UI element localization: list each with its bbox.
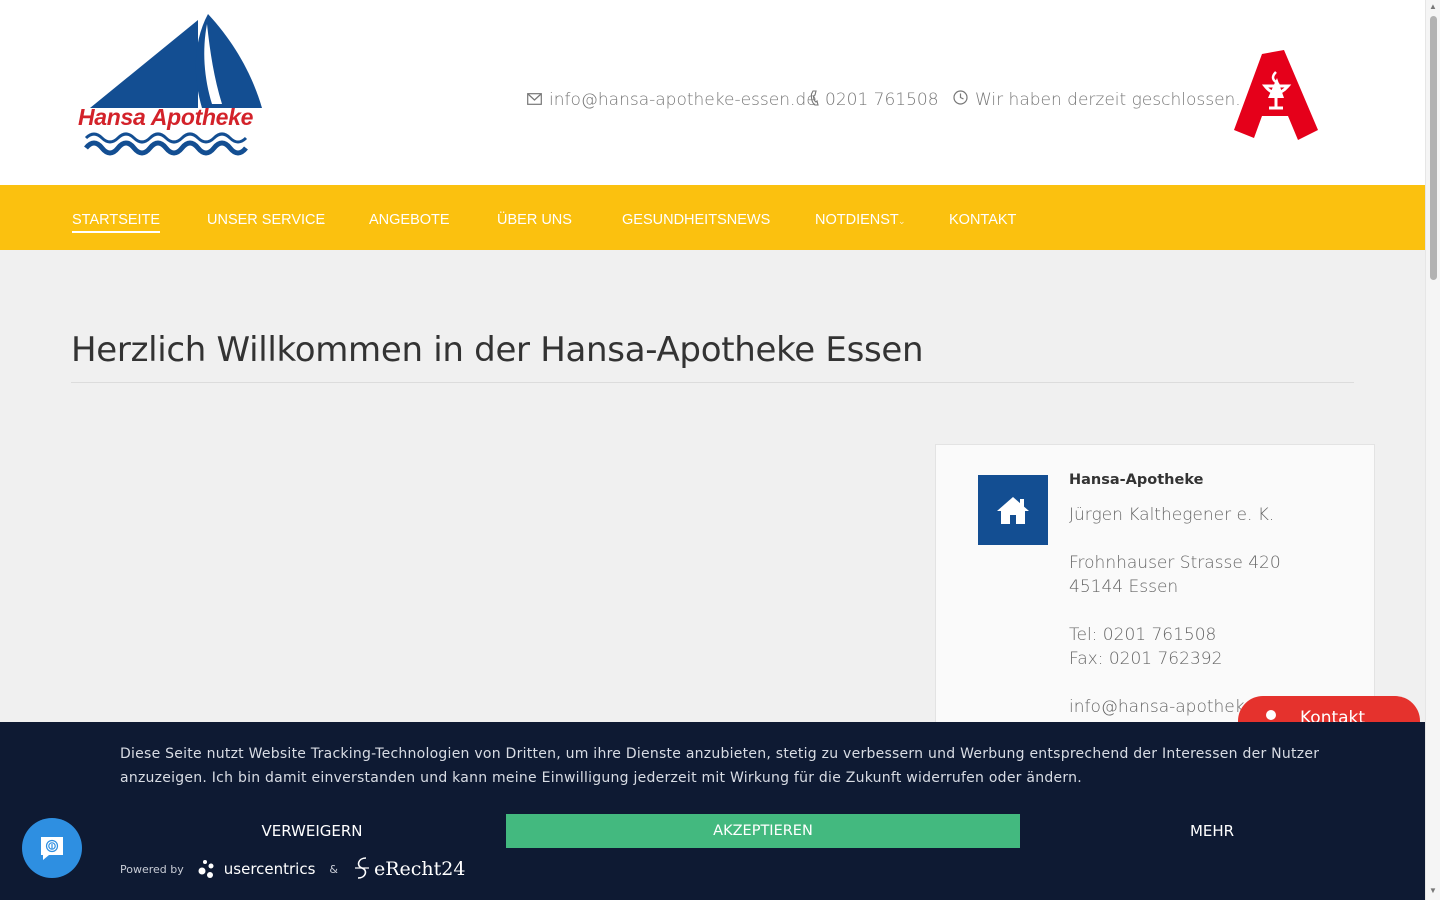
erecht24-logo-icon: [352, 856, 372, 883]
card-pharmacy-name: Hansa-Apotheke: [1069, 472, 1204, 488]
header-email-text[interactable]: info@hansa-apotheke-essen.de: [549, 90, 817, 110]
card-email[interactable]: info@hansa-apotheke-: [1069, 697, 1261, 717]
home-icon-box: [978, 475, 1048, 545]
fingerprint-icon: [41, 837, 63, 860]
nav-unser-service[interactable]: Unser Service: [207, 212, 325, 228]
usercentrics-wordmark[interactable]: usercentrics: [224, 860, 316, 878]
cookie-consent-banner: Diese Seite nutzt Website Tracking-Techn…: [0, 722, 1425, 900]
nav-startseite[interactable]: Startseite: [72, 212, 161, 233]
clock-icon: [953, 90, 968, 110]
nav-angebote[interactable]: Angebote: [369, 212, 450, 228]
header-email[interactable]: info@hansa-apotheke-essen.de: [527, 86, 817, 114]
page-scrollbar[interactable]: ▲ ▼: [1425, 0, 1440, 900]
envelope-icon: [527, 90, 542, 110]
cookie-consent-text: Diese Seite nutzt Website Tracking-Techn…: [120, 746, 1320, 786]
sailboat-logo-icon: [84, 14, 262, 156]
page-title: Herzlich Willkommen in der Hansa-Apothek…: [71, 330, 924, 370]
header-opening-status: Wir haben derzeit geschlossen.: [953, 86, 1241, 114]
logo-wordmark: Hansa Apotheke: [78, 104, 254, 130]
nav-ueber-uns[interactable]: Über uns: [497, 212, 572, 228]
scrollbar-thumb[interactable]: [1430, 16, 1437, 280]
erecht24-wordmark[interactable]: eRecht24: [374, 858, 465, 880]
scroll-up-arrow-icon[interactable]: ▲: [1429, 2, 1437, 11]
usercentrics-logo-icon: [196, 857, 218, 882]
header-status-text: Wir haben derzeit geschlossen.: [975, 90, 1241, 110]
ampersand: &: [329, 862, 338, 876]
title-divider: [71, 382, 1354, 383]
card-street: Frohnhauser Strasse 420: [1069, 553, 1281, 573]
card-fax: Fax: 0201 762392: [1069, 649, 1223, 669]
scroll-down-arrow-icon[interactable]: ▼: [1429, 886, 1437, 895]
deny-button[interactable]: Verweigern: [120, 814, 504, 848]
hansa-apotheke-logo[interactable]: Hansa Apotheke: [76, 12, 268, 158]
nav-gesundheitsnews[interactable]: Gesundheitsnews: [622, 212, 770, 228]
home-icon: [997, 497, 1029, 524]
powered-by-label: Powered by: [120, 862, 184, 876]
card-tel[interactable]: Tel: 0201 761508: [1069, 625, 1216, 645]
accept-button[interactable]: Akzeptieren: [506, 814, 1020, 848]
header-phone[interactable]: 0201 761508: [810, 86, 939, 114]
phone-icon: [810, 89, 819, 111]
nav-notdienst[interactable]: Notdienst: [815, 212, 899, 228]
card-owner: Jürgen Kalthegener e. K.: [1069, 505, 1275, 525]
card-city: 45144 Essen: [1069, 577, 1179, 597]
site-header: Hansa Apotheke info@hansa-apotheke-essen…: [0, 0, 1425, 185]
apotheke-a-icon: [1232, 50, 1320, 142]
main-navigation: Startseite Unser Service ⌄ Angebote Über…: [0, 185, 1425, 250]
privacy-settings-button[interactable]: [22, 818, 82, 878]
nav-kontakt[interactable]: Kontakt: [949, 212, 1016, 228]
more-button[interactable]: Mehr: [1020, 814, 1404, 848]
header-phone-text[interactable]: 0201 761508: [825, 90, 939, 110]
chevron-down-icon: ⌄: [898, 216, 906, 226]
chevron-down-icon: ⌄: [318, 216, 326, 226]
powered-by: Powered by usercentrics & eRecht24: [120, 856, 465, 882]
